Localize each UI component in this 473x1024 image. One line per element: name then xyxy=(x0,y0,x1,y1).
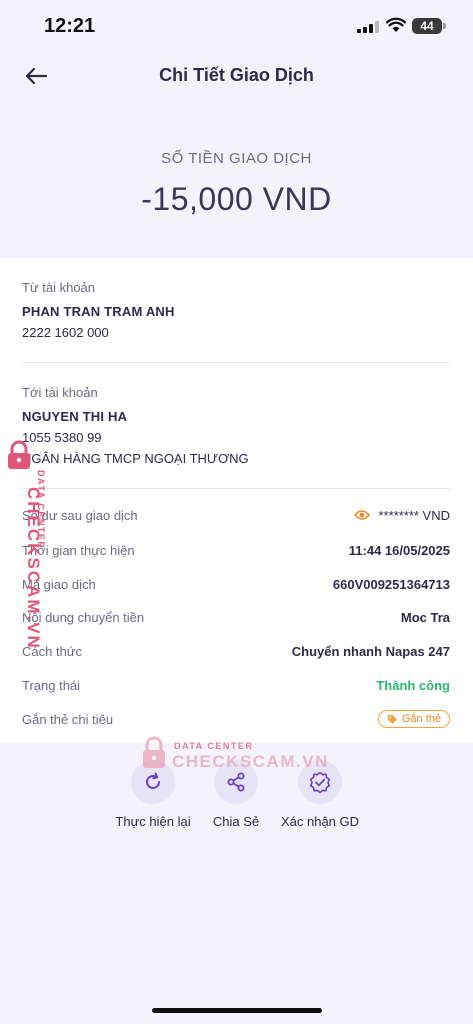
add-tag-label: Gắn thẻ xyxy=(401,713,441,725)
to-account: Tới tài khoản NGUYEN THI HA 1055 5380 99… xyxy=(22,385,450,466)
home-indicator[interactable] xyxy=(152,1008,322,1013)
detail-row-tag: Gắn thẻ chi tiêu Gắn thẻ xyxy=(22,708,450,730)
from-account-label: Từ tài khoản xyxy=(22,280,96,295)
detail-row-transaction-id: Mã giao dịch 660V009251364713 xyxy=(22,573,450,595)
to-account-label: Tới tài khoản xyxy=(22,385,98,400)
detail-label: Trạng thái xyxy=(22,677,81,693)
from-account: Từ tài khoản PHAN TRAN TRAM ANH 2222 160… xyxy=(22,280,450,340)
status-badge: Thành công xyxy=(376,677,450,693)
detail-row-method: Cách thức Chuyển nhanh Napas 247 xyxy=(22,640,450,662)
watermark-small-text: DATA CENTER xyxy=(174,741,254,751)
add-tag-button[interactable]: Gắn thẻ xyxy=(377,710,450,728)
lock-icon xyxy=(143,736,165,768)
detail-row-content: Nội dung chuyển tiền Moc Tra xyxy=(22,606,450,628)
tag-icon xyxy=(387,714,397,724)
detail-row-time: Thời gian thực hiện 11:44 16/05/2025 xyxy=(22,539,450,561)
amount-value: -15,000 VND xyxy=(141,181,332,217)
verified-badge-icon xyxy=(309,771,331,793)
watermark-side: DATA CENTER CHECKSCAM.VN xyxy=(4,440,46,650)
status-bar: 12:21 44 xyxy=(0,0,473,50)
detail-value: Moc Tra xyxy=(400,609,450,625)
detail-value: ******** VND xyxy=(378,507,450,523)
detail-row-status: Trạng thái Thành công xyxy=(22,674,450,696)
watermark-center: DATA CENTER CHECKSCAM.VN xyxy=(142,735,327,775)
from-account-number: 2222 1602 000 xyxy=(22,325,109,340)
share-icon xyxy=(227,772,245,792)
to-account-name: NGUYEN THI HA xyxy=(22,409,128,424)
detail-row-balance: Số dư sau giao dịch ******** VND xyxy=(22,504,450,526)
detail-value: 11:44 16/05/2025 xyxy=(348,542,450,558)
eye-icon[interactable] xyxy=(354,509,371,521)
to-account-number: 1055 5380 99 xyxy=(22,430,102,445)
detail-label: Gắn thẻ chi tiêu xyxy=(22,711,114,727)
transaction-details-card: Từ tài khoản PHAN TRAN TRAM ANH 2222 160… xyxy=(0,258,473,743)
cellular-signal-icon xyxy=(357,21,379,33)
detail-value: 660V009251364713 xyxy=(332,576,450,592)
detail-value: Chuyển nhanh Napas 247 xyxy=(291,643,450,659)
header: Chi Tiết Giao Dịch xyxy=(0,56,473,96)
divider xyxy=(22,488,450,489)
balance-value-wrap: ******** VND xyxy=(354,508,450,523)
divider xyxy=(22,362,450,363)
amount-label: SỐ TIỀN GIAO DỊCH xyxy=(161,150,312,167)
from-account-name: PHAN TRAN TRAM ANH xyxy=(22,304,175,319)
status-time: 12:21 xyxy=(44,15,96,37)
to-account-bank: NGÂN HÀNG TMCP NGOẠI THƯƠNG xyxy=(22,451,249,466)
battery-icon: 44 xyxy=(412,18,446,34)
page-title: Chi Tiết Giao Dịch xyxy=(159,65,314,85)
action-label: Xác nhận GD xyxy=(280,814,360,829)
watermark-big-text: CHECKSCAM.VN xyxy=(24,487,43,650)
lock-icon xyxy=(8,440,30,469)
amount-section: SỐ TIỀN GIAO DỊCH -15,000 VND xyxy=(0,150,473,218)
wifi-icon xyxy=(386,17,406,32)
refresh-icon xyxy=(146,772,160,789)
watermark-big-text: CHECKSCAM.VN xyxy=(172,752,329,771)
